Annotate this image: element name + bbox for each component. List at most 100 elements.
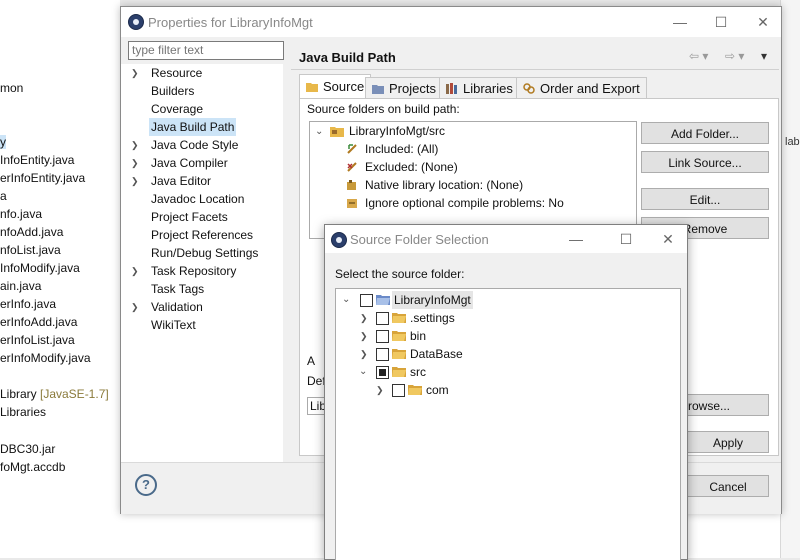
tab-libraries[interactable]: Libraries — [439, 77, 520, 99]
allow-checkbox-fragment[interactable]: A — [307, 354, 315, 368]
explorer-line: [JavaSE-1.7] — [40, 387, 109, 401]
nav-item-java-code-style[interactable]: Java Code Style — [149, 136, 240, 154]
explorer-line: ain.java — [0, 279, 42, 293]
nav-item-task-repository[interactable]: Task Repository — [149, 262, 238, 280]
tree-row-com[interactable]: ❯ com — [336, 381, 676, 399]
explorer-line: foMgt.accdb — [0, 460, 66, 474]
close-icon[interactable]: ✕ — [748, 11, 778, 33]
database-checkbox[interactable] — [376, 348, 389, 361]
tree-label-bin: bin — [410, 329, 427, 343]
explorer-line: erInfoList.java — [0, 333, 75, 347]
nav-item-coverage[interactable]: Coverage — [149, 100, 205, 118]
nav-item-task-tags[interactable]: Task Tags — [149, 280, 206, 298]
back-icon[interactable]: ⇦ ▾ — [689, 49, 708, 63]
folder-icon — [408, 385, 422, 395]
explorer-line: erInfoModify.java — [0, 351, 91, 365]
close-icon[interactable]: ✕ — [653, 228, 683, 250]
tree-row-root[interactable]: ⌄ LibraryInfoMgt — [336, 291, 676, 309]
minimize-icon[interactable]: — — [665, 11, 695, 33]
folder-icon — [392, 367, 406, 377]
explorer-line: erInfoEntity.java — [0, 171, 86, 185]
source-folder-icon — [330, 127, 344, 137]
tab-source[interactable]: Source — [299, 74, 372, 99]
cancel-button[interactable]: Cancel — [687, 475, 769, 497]
maximize-icon[interactable]: ☐ — [706, 11, 736, 33]
properties-titlebar: Properties for LibraryInfoMgt — ☐ ✕ — [121, 7, 781, 37]
tree-row-src[interactable]: ⌄ src — [336, 363, 676, 381]
page-header: Java Build Path ⇦ ▾ ⇨ ▾ ▾ — [291, 41, 779, 69]
nav-item-project-references[interactable]: Project References — [149, 226, 255, 244]
folder-tree[interactable]: ⌄ LibraryInfoMgt ❯ .settings ❯ bin ❯ Dat… — [335, 288, 681, 560]
tree-row-database[interactable]: ❯ DataBase — [336, 345, 676, 363]
chevron-right-icon[interactable]: ❯ — [360, 309, 368, 327]
nav-item-project-facets[interactable]: Project Facets — [149, 208, 230, 226]
root-checkbox[interactable] — [360, 294, 373, 307]
explorer-line: mon — [0, 81, 24, 95]
tab-projects-label: Projects — [389, 81, 436, 96]
explorer-line: Library — [0, 387, 37, 401]
chevron-right-icon[interactable]: ❯ — [131, 154, 139, 172]
forward-icon[interactable]: ⇨ ▾ — [725, 49, 744, 63]
order-export-icon — [523, 83, 535, 94]
chevron-down-icon[interactable]: ⌄ — [315, 123, 323, 141]
bin-checkbox[interactable] — [376, 330, 389, 343]
explorer-line: erInfo.java — [0, 297, 57, 311]
source-folder-row[interactable]: LibraryInfoMgt/src — [330, 122, 445, 140]
folder-icon — [392, 313, 406, 323]
dialog-label: Select the source folder: — [335, 267, 465, 281]
chevron-right-icon[interactable]: ❯ — [131, 172, 139, 190]
nav-item-java-editor[interactable]: Java Editor — [149, 172, 213, 190]
projects-icon — [372, 85, 384, 94]
chevron-right-icon[interactable]: ❯ — [131, 64, 139, 82]
chevron-right-icon[interactable]: ❯ — [360, 327, 368, 345]
source-folders-tree[interactable]: ⌄ LibraryInfoMgt/src Included: (All) Exc… — [309, 121, 637, 239]
chevron-right-icon[interactable]: ❯ — [376, 381, 384, 399]
source-folder-label: LibraryInfoMgt/src — [349, 124, 446, 138]
nav-item-java-compiler[interactable]: Java Compiler — [149, 154, 230, 172]
link-source-button[interactable]: Link Source... — [641, 151, 769, 173]
src-checkbox[interactable] — [376, 366, 389, 379]
maximize-icon[interactable]: ☐ — [611, 228, 641, 250]
tab-projects[interactable]: Projects — [365, 77, 443, 99]
excluded-label: Excluded: (None) — [365, 160, 458, 174]
explorer-line: DBC30.jar — [0, 442, 56, 456]
dialog-title: Source Folder Selection — [350, 232, 489, 247]
chevron-down-icon[interactable]: ⌄ — [342, 291, 350, 309]
source-folders-label: Source folders on build path: — [307, 102, 460, 116]
included-row[interactable]: Included: (All) — [346, 140, 438, 158]
nav-item-java-build-path[interactable]: Java Build Path — [149, 118, 237, 136]
add-folder-button[interactable]: Add Folder... — [641, 122, 769, 144]
tab-order-and-export[interactable]: Order and Export — [516, 77, 647, 99]
nav-item-wikitext[interactable]: WikiText — [149, 316, 198, 334]
chevron-right-icon[interactable]: ❯ — [131, 298, 139, 316]
nav-item-builders[interactable]: Builders — [149, 82, 196, 100]
nav-item-javadoc-location[interactable]: Javadoc Location — [149, 190, 246, 208]
tree-row-bin[interactable]: ❯ bin — [336, 327, 676, 345]
ignore-problems-row[interactable]: Ignore optional compile problems: No — [346, 194, 564, 212]
source-folder-selection-dialog: Source Folder Selection — ☐ ✕ Select the… — [324, 224, 688, 560]
native-library-label: Native library location: (None) — [365, 178, 524, 192]
excluded-icon — [347, 162, 357, 172]
help-icon[interactable]: ? — [135, 474, 157, 496]
nav-item-run-debug-settings[interactable]: Run/Debug Settings — [149, 244, 260, 262]
com-checkbox[interactable] — [392, 384, 405, 397]
excluded-row[interactable]: Excluded: (None) — [346, 158, 458, 176]
nav-item-validation[interactable]: Validation — [149, 298, 205, 316]
settings-checkbox[interactable] — [376, 312, 389, 325]
chevron-down-icon[interactable]: ⌄ — [359, 363, 367, 381]
chevron-right-icon[interactable]: ❯ — [131, 136, 139, 154]
chevron-right-icon[interactable]: ❯ — [360, 345, 368, 363]
tree-label-src: src — [410, 365, 426, 379]
tree-label-com: com — [426, 383, 449, 397]
filter-input[interactable] — [128, 41, 284, 60]
edit-button[interactable]: Edit... — [641, 188, 769, 210]
view-menu-icon[interactable]: ▾ — [761, 49, 767, 63]
chevron-right-icon[interactable]: ❯ — [131, 262, 139, 280]
tree-row-settings[interactable]: ❯ .settings — [336, 309, 676, 327]
nav-item-resource[interactable]: Resource — [149, 64, 204, 82]
minimize-icon[interactable]: — — [561, 228, 591, 250]
native-library-row[interactable]: Native library location: (None) — [346, 176, 523, 194]
tab-libraries-label: Libraries — [463, 81, 513, 96]
package-explorer-background: mon y InfoEntity.java erInfoEntity.java … — [0, 0, 120, 558]
apply-button[interactable]: Apply — [687, 431, 769, 453]
